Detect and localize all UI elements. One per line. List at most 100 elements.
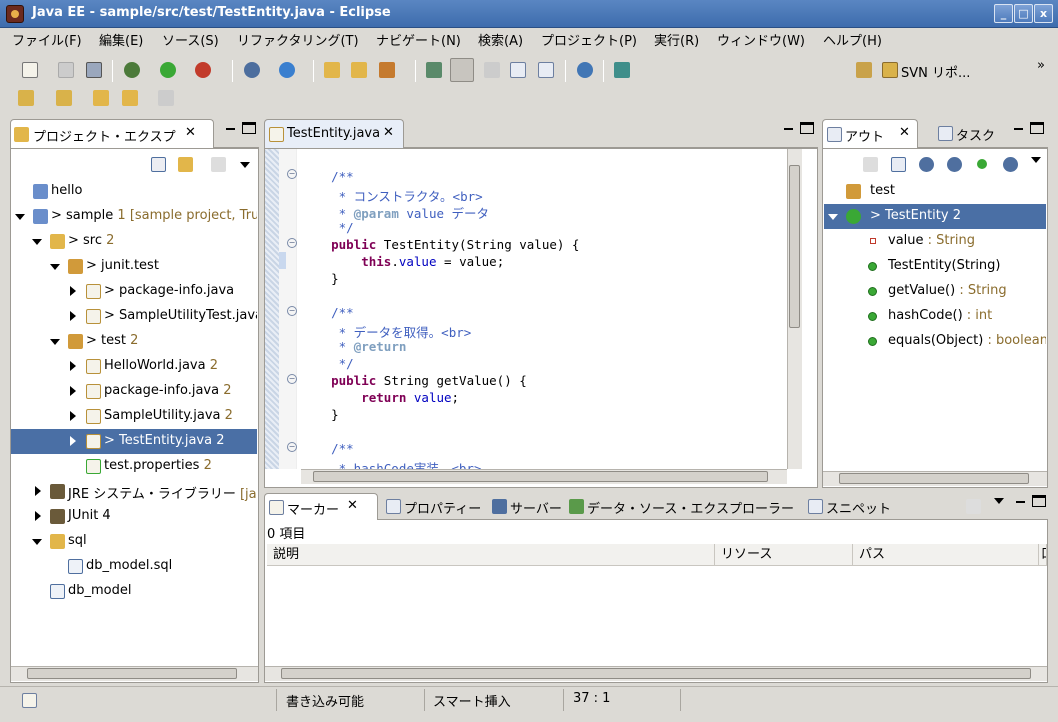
menu-search[interactable]: 検索(A) [478,30,523,49]
hide-fields-icon[interactable] [919,157,934,172]
view-menu-icon[interactable] [994,498,1004,504]
open-perspective-icon[interactable] [856,62,872,78]
view-menu-icon[interactable] [1031,157,1041,163]
maximize-view-icon[interactable] [1030,122,1044,134]
tab-properties[interactable]: プロパティー [384,493,488,519]
outline-item-selected[interactable]: > TestEntity 2 [824,204,1046,229]
svn-sync-icon[interactable] [614,62,630,78]
search-tool-icon[interactable] [379,62,395,78]
svn-perspective-icon[interactable] [882,62,898,78]
tree-item[interactable]: > test 2 [11,329,257,354]
markers-hscrollbar[interactable] [265,666,1047,681]
outline-hscrollbar[interactable] [823,471,1047,486]
tab-tasks[interactable]: タスク [934,119,1014,147]
menu-navigate[interactable]: ナビゲート(N) [376,30,461,49]
tree-item[interactable]: JRE システム・ライブラリー [java-6-sun] [11,479,257,504]
new-icon[interactable] [22,62,38,78]
minimize-window-button[interactable]: _ [994,4,1013,23]
outline-item[interactable]: TestEntity(String) [824,254,1046,279]
outline-item[interactable]: hashCode() : int [824,304,1046,329]
outline-item[interactable]: value : String [824,229,1046,254]
tree-item[interactable]: test.properties 2 [11,454,257,479]
tab-servers[interactable]: サーバー [492,493,564,519]
sort-icon[interactable] [891,157,906,172]
column-location[interactable]: 口 [1039,544,1047,566]
svn-perspective-label[interactable]: SVN リポ... [901,62,970,81]
tab-project-explorer[interactable]: プロジェクト・エクスプ ✕ [10,119,214,148]
menu-project[interactable]: プロジェクト(P) [541,30,637,49]
tab-data-source-explorer[interactable]: データ・ソース・エクスプローラー [569,493,803,519]
hide-static-icon[interactable] [947,157,962,172]
outline-item[interactable]: test [824,179,1046,204]
tree-item[interactable]: db_model [11,579,257,604]
new-server-icon[interactable] [244,62,260,78]
fold-icon[interactable]: − [287,238,297,248]
collapse-all-icon[interactable] [151,157,166,172]
editor-hscrollbar[interactable] [301,469,787,484]
tree-item[interactable]: > src 2 [11,229,257,254]
next-annotation-icon[interactable] [18,90,34,106]
open-folder-icon[interactable] [351,62,367,78]
editor-vscrollbar[interactable] [787,149,802,469]
tree-item[interactable]: > SampleUtilityTest.java [11,304,257,329]
tree-item[interactable]: hello [11,179,257,204]
tree-item[interactable]: > junit.test [11,254,257,279]
menu-window[interactable]: ウィンドウ(W) [717,30,805,49]
tab-snippets[interactable]: スニペット [806,493,898,519]
tree-item[interactable]: package-info.java 2 [11,379,257,404]
maximize-view-icon[interactable] [1032,495,1046,507]
minimize-view-icon[interactable] [1014,496,1028,508]
run-external-icon[interactable] [195,62,211,78]
minimize-view-icon[interactable] [224,123,238,135]
tree-item[interactable]: sql [11,529,257,554]
fast-view-icon[interactable] [22,693,37,708]
show-source-icon[interactable] [510,62,526,78]
tree-item[interactable]: db_model.sql [11,554,257,579]
fold-icon[interactable]: − [287,306,297,316]
mark-occurrences-icon[interactable] [450,58,474,82]
close-icon[interactable]: ✕ [899,125,910,140]
hide-nonpublic-icon[interactable] [977,159,987,169]
eclipse-app-icon[interactable] [6,5,24,23]
toolbar-overflow[interactable]: » [1037,58,1045,73]
hide-local-types-icon[interactable] [1003,157,1018,172]
maximize-view-icon[interactable] [242,122,256,134]
menu-file[interactable]: ファイル(F) [12,30,82,49]
tree-item[interactable]: > sample 1 [sample project, Trunk] [11,204,257,229]
project-explorer-hscrollbar[interactable] [11,666,258,681]
tab-markers[interactable]: マーカー ✕ [264,493,378,520]
menu-edit[interactable]: 編集(E) [99,30,143,49]
column-description[interactable]: 説明 [267,544,715,566]
menu-help[interactable]: ヘルプ(H) [823,30,882,49]
open-type-icon[interactable] [324,62,340,78]
view-menu-icon[interactable] [240,162,250,168]
menu-run[interactable]: 実行(R) [654,30,699,49]
toggle-breadcrumb-icon[interactable] [426,62,442,78]
previous-annotation-icon[interactable] [56,90,72,106]
fold-icon[interactable]: − [287,442,297,452]
outline-item[interactable]: getValue() : String [824,279,1046,304]
new-class-icon[interactable] [279,62,295,78]
fold-icon[interactable]: − [287,169,297,179]
tab-outline[interactable]: アウト ✕ [822,119,918,148]
link-with-editor-icon[interactable] [178,157,193,172]
code-area[interactable]: /** * コンストラクタ。<br> * @param value データ */… [301,149,787,469]
outline-item[interactable]: equals(Object) : boolean [824,329,1046,354]
run-icon[interactable] [160,62,176,78]
debug-icon[interactable] [124,62,140,78]
maximize-window-button[interactable]: □ [1014,4,1033,23]
close-icon[interactable]: ✕ [383,125,394,140]
column-path[interactable]: パス [853,544,1039,566]
web-browser-icon[interactable] [577,62,593,78]
minimize-view-icon[interactable] [1012,123,1026,135]
java-editor[interactable]: − − − − − /** * コンストラクタ。<br> * @param va… [264,148,818,488]
close-window-button[interactable]: x [1034,4,1053,23]
back-icon[interactable] [122,90,138,106]
last-edit-icon[interactable] [93,90,109,106]
fold-icon[interactable]: − [287,374,297,384]
show-whitespace-icon[interactable] [538,62,554,78]
maximize-view-icon[interactable] [800,122,814,134]
tree-item[interactable]: HelloWorld.java 2 [11,354,257,379]
menu-source[interactable]: ソース(S) [162,30,219,49]
column-resource[interactable]: リソース [715,544,853,566]
